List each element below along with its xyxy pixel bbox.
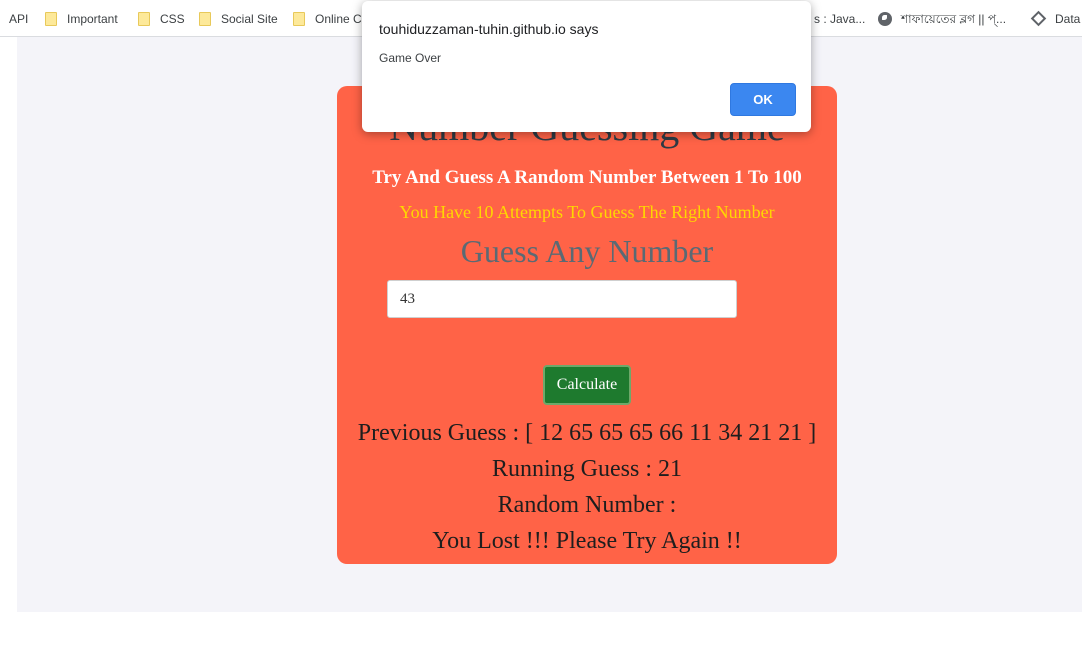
globe-icon (878, 12, 892, 26)
game-subtitle: Try And Guess A Random Number Between 1 … (372, 167, 802, 188)
result-message: You Lost !!! Please Try Again !! (432, 528, 742, 554)
bookmark-folder-important[interactable]: Important (45, 11, 118, 27)
bookmark-label: CSS (160, 12, 185, 26)
folder-icon (45, 12, 57, 26)
running-guess: Running Guess : 21 (491, 456, 682, 482)
bookmark-folder-css[interactable]: CSS (138, 11, 185, 27)
bookmark-label: Online Co (315, 12, 369, 26)
bookmark-label: API (9, 12, 29, 26)
calculate-button[interactable]: Calculate (543, 365, 631, 405)
folder-icon (293, 12, 305, 26)
bookmark-folder-social-site[interactable]: Social Site (199, 11, 278, 27)
guess-input[interactable] (387, 280, 737, 318)
bookmark-label: Data (1055, 12, 1081, 26)
bookmark-java[interactable]: s : Java... (814, 11, 865, 27)
bookmark-label: s : Java... (814, 12, 866, 26)
bookmark-label: Important (67, 12, 118, 26)
random-number: Random Number : (497, 492, 677, 518)
dialog-message: Game Over (379, 51, 442, 65)
bookmark-label: Social Site (221, 12, 278, 26)
bookmark-folder-online[interactable]: Online Co (293, 11, 368, 27)
bookmark-shafayet-blog[interactable]: শাফায়েতের ব্লগ || প্... (878, 11, 1006, 27)
dialog-title: touhiduzzaman-tuhin.github.io says (379, 21, 599, 37)
game-card: Number Guessing Game Try And Guess A Ran… (337, 86, 837, 564)
folder-icon (199, 12, 211, 26)
alert-dialog: touhiduzzaman-tuhin.github.io says Game … (362, 1, 811, 132)
folder-icon (138, 12, 150, 26)
bookmark-api[interactable]: API (9, 11, 28, 27)
attempts-info: You Have 10 Attempts To Guess The Right … (399, 202, 775, 222)
guess-heading: Guess Any Number (460, 233, 714, 269)
diamond-icon (1030, 10, 1047, 27)
ok-button[interactable]: OK (730, 83, 796, 116)
bookmark-label: শাফায়েতের ব্লগ || প্... (901, 12, 1007, 26)
previous-guess: Previous Guess : [ 12 65 65 65 66 11 34 … (357, 420, 817, 446)
bookmark-data[interactable]: Data (1030, 10, 1081, 27)
